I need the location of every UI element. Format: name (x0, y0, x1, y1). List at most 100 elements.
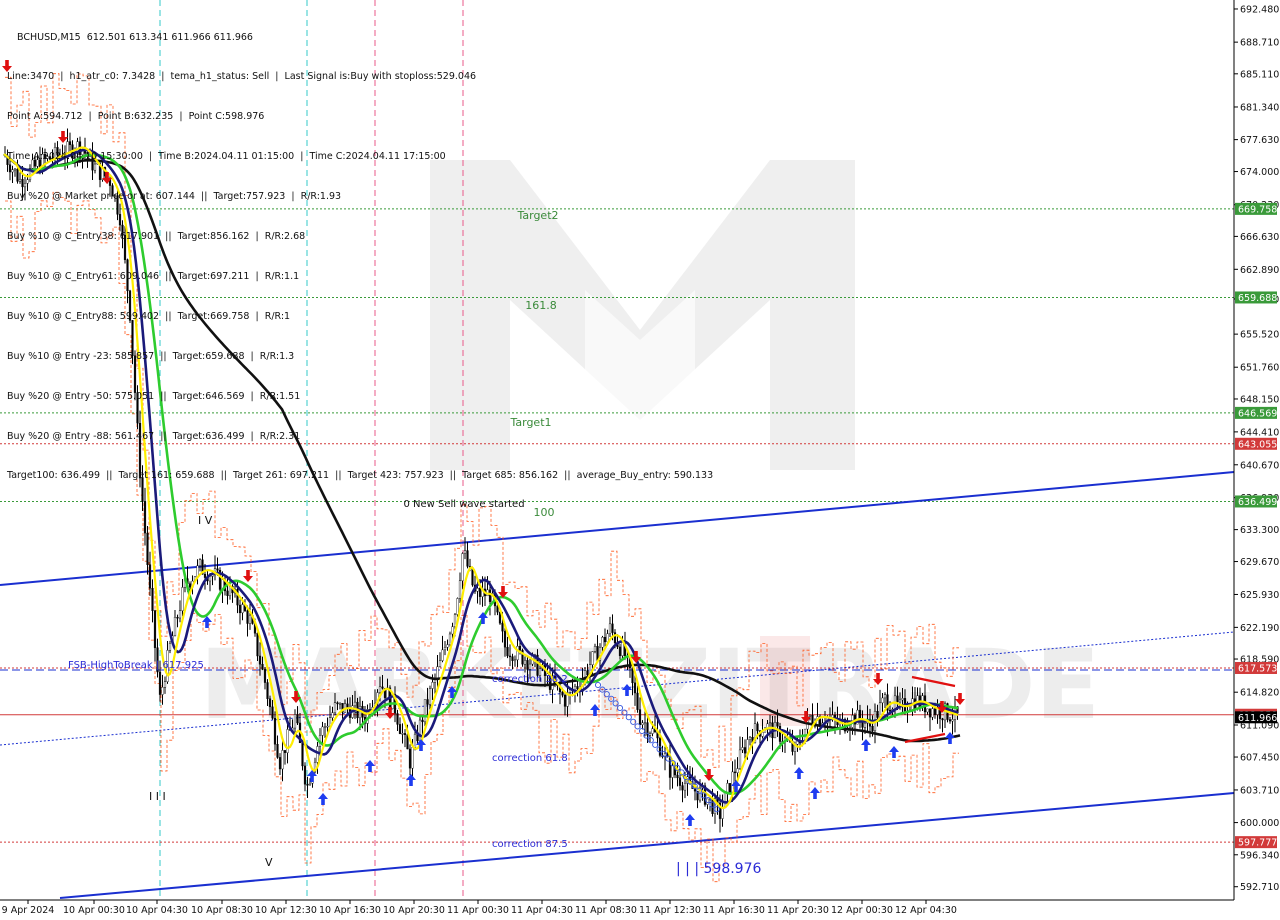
watermark-accent (760, 636, 810, 726)
candle-body (488, 589, 492, 602)
price-tick-label: 692.480 (1240, 4, 1279, 15)
candle-body (611, 623, 614, 633)
candle-body (153, 610, 157, 648)
candle-body (443, 647, 447, 651)
candle-body (216, 568, 219, 571)
price-tick-label: 681.340 (1240, 102, 1279, 113)
candle-body (476, 588, 479, 592)
candle-body (863, 722, 867, 728)
candle-body (638, 709, 642, 725)
buy-arrow-icon (318, 793, 328, 805)
candle-body (441, 649, 444, 661)
candle-body (408, 748, 412, 769)
candle-body (426, 699, 429, 705)
time-tick-label: 11 Apr 08:30 (575, 905, 637, 916)
candle-body (256, 633, 259, 657)
candle-body (733, 771, 737, 774)
time-tick-label: 10 Apr 12:30 (255, 905, 317, 916)
info-line: Buy %20 @ Entry -50: 575.051 || Target:6… (7, 390, 301, 402)
candle-body (283, 750, 287, 753)
info-line: Target100: 636.499 || Target 161: 659.68… (7, 470, 714, 482)
time-tick-label: 11 Apr 12:30 (639, 905, 701, 916)
time-tick-label: 11 Apr 16:30 (703, 905, 765, 916)
price-tick-label: 600.000 (1240, 818, 1279, 829)
price-tick-label: 685.110 (1240, 69, 1279, 80)
candle-body (276, 744, 279, 758)
price-tag-label: 636.499 (1238, 497, 1277, 508)
candle-body (676, 774, 679, 779)
time-tick-label: 12 Apr 00:30 (831, 905, 893, 916)
candle-body (148, 564, 152, 589)
candle-body (333, 702, 337, 713)
correction-618-label: correction 61.8 (492, 753, 568, 764)
info-line: Point A:594.712 | Point B:632.235 | Poin… (7, 111, 265, 123)
candle-body (158, 671, 162, 695)
candle-body (738, 749, 742, 769)
price-tick-label: 614.820 (1240, 688, 1279, 699)
candle-body (901, 698, 904, 701)
candle-body (876, 711, 879, 718)
candle-body (896, 695, 899, 703)
candle-body (643, 722, 647, 724)
price-tag-label: 646.569 (1238, 408, 1277, 419)
candle-body (586, 670, 589, 676)
wave-iv-label: I V (198, 514, 213, 527)
candle-body (591, 651, 594, 666)
new-sell-wave-label: 0 New Sell wave started (403, 499, 524, 510)
candle-body (188, 583, 192, 588)
candle-body (931, 708, 934, 718)
time-tick-label: 9 Apr 2024 (2, 905, 55, 916)
price-tick-label: 644.410 (1240, 427, 1279, 438)
candle-body (323, 726, 327, 728)
price-tick-label: 592.710 (1240, 882, 1279, 893)
candle-body (258, 655, 262, 665)
price-tag-label: 643.055 (1238, 439, 1277, 450)
candle-body (721, 807, 724, 819)
candle-body (273, 718, 277, 745)
price-tick-label: 640.670 (1240, 460, 1279, 471)
candle-body (671, 765, 674, 778)
candle-body (756, 723, 759, 732)
candle-body (278, 757, 282, 770)
candle-body (808, 715, 812, 717)
candle-body (353, 701, 357, 706)
fsb-label: FSB-HighToBreak | 617.925 (68, 660, 204, 671)
candle-body (303, 765, 307, 785)
candle-body (601, 637, 604, 648)
candle-body (436, 666, 439, 678)
correction-875-label: correction 87.5 (492, 839, 568, 850)
candle-body (501, 623, 504, 632)
candle-body (196, 565, 199, 577)
price-tick-label: 648.150 (1240, 394, 1279, 405)
candle-body (513, 659, 517, 662)
time-tick-label: 10 Apr 20:30 (383, 905, 445, 916)
candle-body (146, 532, 149, 565)
candle-body (161, 687, 164, 695)
time-tick-label: 11 Apr 04:30 (511, 905, 573, 916)
price-tick-label: 633.300 (1240, 525, 1279, 536)
candle-body (308, 782, 312, 785)
price-tick-label: 622.190 (1240, 623, 1279, 634)
price-tick-label: 688.710 (1240, 38, 1279, 49)
buy-arrow-icon (365, 760, 375, 772)
candle-body (508, 655, 512, 658)
candle-body (603, 637, 607, 643)
price-tick-label: 677.630 (1240, 135, 1279, 146)
candle-body (143, 501, 147, 534)
candle-body (453, 614, 457, 627)
candle-body (301, 742, 304, 767)
price-tick-label: 625.930 (1240, 590, 1279, 601)
candle-body (431, 682, 434, 689)
candle-body (768, 722, 772, 725)
candle-body (633, 682, 637, 694)
time-tick-label: 11 Apr 00:30 (447, 905, 509, 916)
candle-body (438, 660, 442, 667)
price-tick-label: 662.890 (1240, 265, 1279, 276)
candle-body (523, 660, 527, 665)
candle-body (271, 706, 274, 719)
candle-body (198, 559, 202, 566)
candle-body (326, 725, 329, 728)
candle-body (316, 746, 319, 763)
price-tick-label: 655.520 (1240, 330, 1279, 341)
candle-body (871, 725, 874, 731)
